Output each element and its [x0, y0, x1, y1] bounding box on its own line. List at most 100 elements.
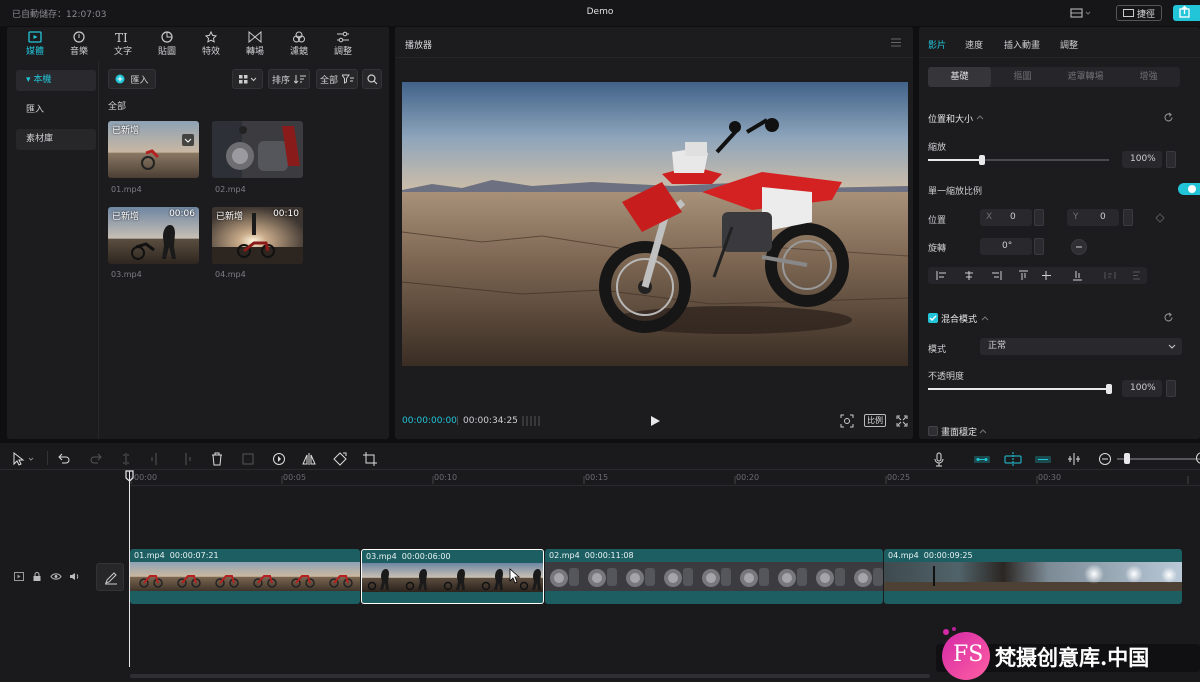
keyframe-icon[interactable] — [1155, 213, 1165, 223]
position-y-stepper[interactable] — [1123, 209, 1133, 226]
video-preview[interactable] — [402, 82, 908, 366]
collapse-icon[interactable] — [981, 315, 989, 321]
scale-stepper[interactable] — [1166, 151, 1176, 168]
sidebar-item-library[interactable]: 素材庫 — [16, 129, 96, 150]
stabilize-checkbox[interactable] — [928, 426, 938, 436]
rotate-stepper[interactable] — [1034, 238, 1044, 255]
subtab-basic[interactable]: 基礎 — [928, 67, 991, 87]
track-cover-icon[interactable] — [14, 572, 24, 581]
menu-icon[interactable] — [891, 38, 901, 47]
tab-music[interactable]: 音樂 — [57, 27, 101, 61]
position-y-input[interactable]: Y 0 — [1067, 209, 1119, 226]
split-left-icon — [148, 451, 164, 467]
tab-sticker[interactable]: 貼圖 — [145, 27, 189, 61]
position-x-stepper[interactable] — [1034, 209, 1044, 226]
zoom-in-icon[interactable] — [1195, 451, 1200, 465]
crop-icon[interactable] — [362, 451, 378, 467]
scale-input[interactable]: 100% — [1122, 151, 1162, 168]
undo-icon[interactable] — [56, 451, 72, 467]
delete-icon[interactable] — [209, 451, 225, 467]
uniform-scale-toggle[interactable] — [1178, 183, 1200, 195]
zoom-out-icon[interactable] — [1097, 451, 1113, 467]
pencil-icon — [105, 572, 117, 585]
preview-axis-icon[interactable] — [1066, 451, 1082, 467]
layout-icon[interactable] — [1068, 6, 1092, 20]
subtab-cutout[interactable]: 摳圖 — [991, 67, 1054, 87]
playhead-handle[interactable] — [125, 470, 134, 482]
tab-media[interactable]: 媒體 — [13, 27, 57, 61]
microphone-icon[interactable] — [931, 451, 947, 467]
thumb-duration: 00:06 — [169, 209, 195, 219]
fullscreen-icon[interactable] — [896, 415, 908, 427]
screenshot-icon[interactable] — [840, 414, 854, 428]
export-button[interactable] — [1173, 5, 1200, 21]
section-all-label: 全部 — [108, 102, 127, 112]
tab-video[interactable]: 影片 — [928, 38, 946, 51]
file-name-04: 04.mp4 — [215, 270, 246, 279]
reset-icon[interactable] — [1163, 312, 1174, 323]
media-thumb-03[interactable]: 已新增 00:06 — [108, 207, 199, 264]
select-tool-icon[interactable] — [12, 451, 34, 467]
playhead-line[interactable] — [129, 471, 130, 667]
tab-effects[interactable]: 特效 — [189, 27, 233, 61]
opacity-input[interactable]: 100% — [1122, 380, 1162, 397]
auto-snap-icon[interactable] — [1004, 451, 1022, 467]
export-icon — [1179, 5, 1190, 18]
tab-transition[interactable]: 轉場 — [233, 27, 277, 61]
filter-all-button[interactable]: 全部 — [316, 69, 358, 89]
rotate-dial[interactable] — [1071, 239, 1087, 255]
collapse-icon[interactable] — [976, 114, 984, 120]
view-toggle-button[interactable] — [232, 69, 263, 89]
media-thumb-02[interactable] — [212, 121, 303, 178]
scale-slider-knob[interactable] — [979, 155, 985, 165]
freeze-icon — [240, 451, 256, 467]
blend-checkbox[interactable] — [928, 313, 938, 323]
thumb-menu-icon[interactable] — [182, 134, 194, 146]
mode-select[interactable]: 正常 — [980, 338, 1182, 355]
added-badge: 已新增 — [112, 126, 140, 136]
tab-text[interactable]: TI 文字 — [101, 27, 145, 61]
tab-props-adjust[interactable]: 調整 — [1060, 38, 1078, 51]
linkage-icon[interactable] — [1034, 451, 1052, 467]
import-button[interactable]: 匯入 — [108, 69, 156, 89]
total-time: 00:00:34:25 — [463, 416, 518, 426]
ratio-button[interactable]: 比例 — [864, 414, 886, 427]
zoom-slider-knob[interactable] — [1124, 453, 1130, 464]
reverse-icon[interactable] — [271, 451, 287, 467]
tab-adjust[interactable]: 調整 — [321, 27, 365, 61]
reset-icon[interactable] — [1163, 112, 1174, 123]
play-icon[interactable] — [649, 415, 661, 427]
timeline-clip-02[interactable]: 02.mp4 00:00:11:08 — [545, 549, 883, 604]
tab-speed[interactable]: 速度 — [965, 38, 983, 51]
rotate-input[interactable]: 0° — [980, 238, 1032, 255]
search-button[interactable] — [362, 69, 382, 89]
media-thumb-04[interactable]: 已新增 00:10 — [212, 207, 303, 264]
rotate-clip-icon[interactable] — [332, 451, 348, 467]
subtab-mask[interactable]: 遮罩轉場 — [1054, 67, 1117, 87]
shortcut-button[interactable]: 捷徑 — [1116, 5, 1162, 21]
sort-button[interactable]: 排序 — [268, 69, 310, 89]
sidebar-item-local[interactable]: ▾ 本機 — [16, 70, 96, 91]
timeline-clip-04[interactable]: 04.mp4 00:00:09:25 — [884, 549, 1182, 604]
main-track-magnet-icon[interactable] — [973, 451, 991, 467]
position-x-input[interactable]: X 0 — [980, 209, 1032, 226]
subtab-enhance[interactable]: 增強 — [1117, 67, 1180, 87]
media-thumb-01[interactable]: 已新增 — [108, 121, 199, 178]
position-label: 位置 — [928, 216, 947, 226]
tab-adjust-label: 調整 — [333, 47, 352, 57]
mirror-icon[interactable] — [301, 451, 317, 467]
lock-icon[interactable] — [32, 572, 42, 581]
edit-cover-button[interactable] — [96, 563, 124, 591]
tab-filter[interactable]: 濾鏡 — [277, 27, 321, 61]
tab-animation[interactable]: 插入動畫 — [1004, 38, 1040, 51]
opacity-stepper[interactable] — [1166, 380, 1176, 397]
timeline-scrollbar[interactable] — [130, 674, 930, 678]
timeline-clip-01[interactable]: 01.mp4 00:00:07:21 — [130, 549, 360, 604]
transition-icon — [248, 31, 262, 43]
visibility-icon[interactable] — [50, 572, 62, 581]
sidebar-item-import[interactable]: 匯入 — [16, 100, 96, 121]
collapse-icon[interactable] — [979, 428, 987, 434]
timecode-format-icon[interactable] — [522, 415, 540, 427]
opacity-slider-knob[interactable] — [1106, 384, 1112, 394]
mute-icon[interactable] — [69, 572, 80, 581]
